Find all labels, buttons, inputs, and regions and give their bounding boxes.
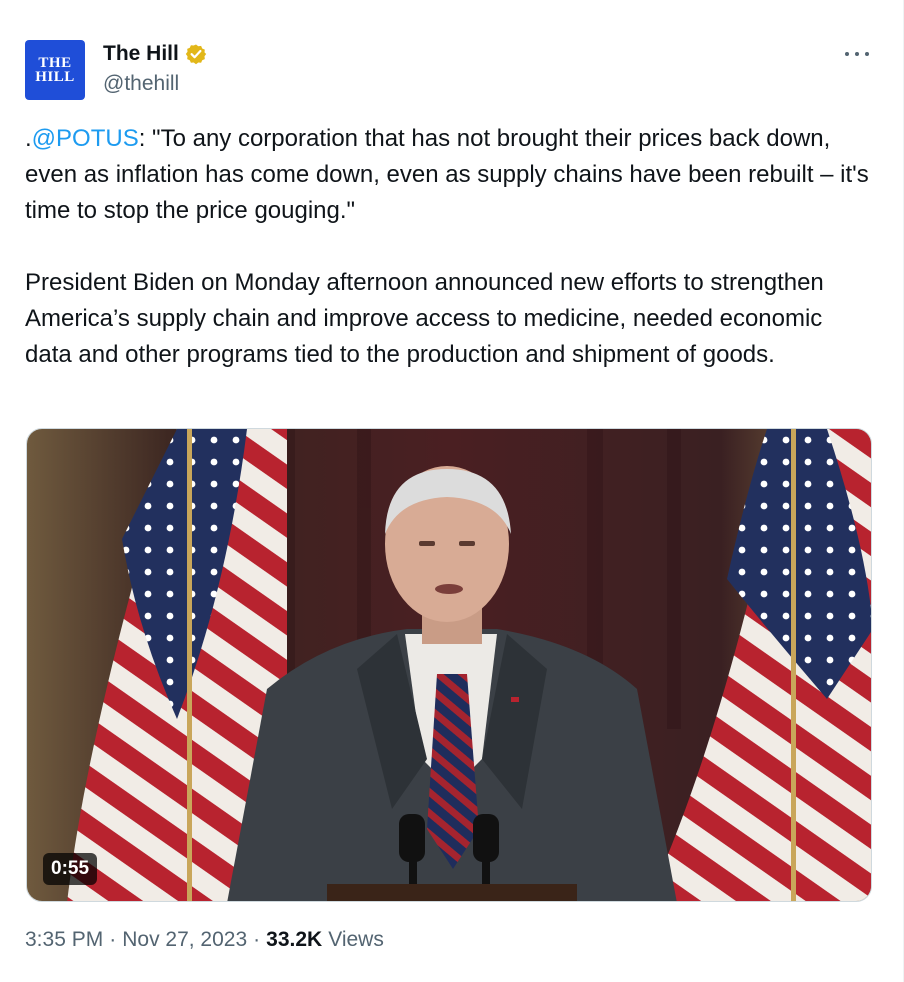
tweet-time[interactable]: 3:35 PM xyxy=(25,928,103,952)
avatar[interactable]: THE HILL xyxy=(25,40,85,100)
tweet-paragraph-1: .@POTUS: "To any corporation that has no… xyxy=(25,121,875,229)
handle[interactable]: @thehill xyxy=(103,72,207,96)
views-label: Views xyxy=(328,928,384,951)
video-thumbnail xyxy=(27,429,871,901)
tweet-paragraph-2: President Biden on Monday afternoon anno… xyxy=(25,269,824,368)
tweet-date[interactable]: Nov 27, 2023 xyxy=(122,928,247,952)
display-name[interactable]: The Hill xyxy=(103,42,179,66)
more-horizontal-icon[interactable] xyxy=(845,44,869,64)
tweet-card: THE HILL The Hill @thehill .@POTUS: "To … xyxy=(0,0,904,982)
mention-link[interactable]: @POTUS xyxy=(32,125,139,152)
meta-separator-2: · xyxy=(253,928,261,951)
meta-separator: · xyxy=(109,928,117,951)
tweet-meta: 3:35 PM · Nov 27, 2023 · 33.2K Views xyxy=(25,928,384,952)
avatar-text-top: THE xyxy=(38,55,72,71)
author-names: The Hill @thehill xyxy=(103,40,207,96)
display-name-row: The Hill xyxy=(103,40,207,68)
video-duration-badge: 0:55 xyxy=(43,853,98,885)
tweet-prefix: . xyxy=(25,125,32,152)
tweet-header: THE HILL The Hill @thehill xyxy=(25,40,207,100)
verified-badge-icon xyxy=(185,44,207,65)
quote-text: : "To any corporation that has not broug… xyxy=(25,125,869,224)
tweet-text: .@POTUS: "To any corporation that has no… xyxy=(25,121,875,373)
video-player[interactable]: 0:55 xyxy=(26,428,872,902)
views-count[interactable]: 33.2K xyxy=(266,928,322,952)
avatar-text-bottom: HILL xyxy=(35,69,75,85)
